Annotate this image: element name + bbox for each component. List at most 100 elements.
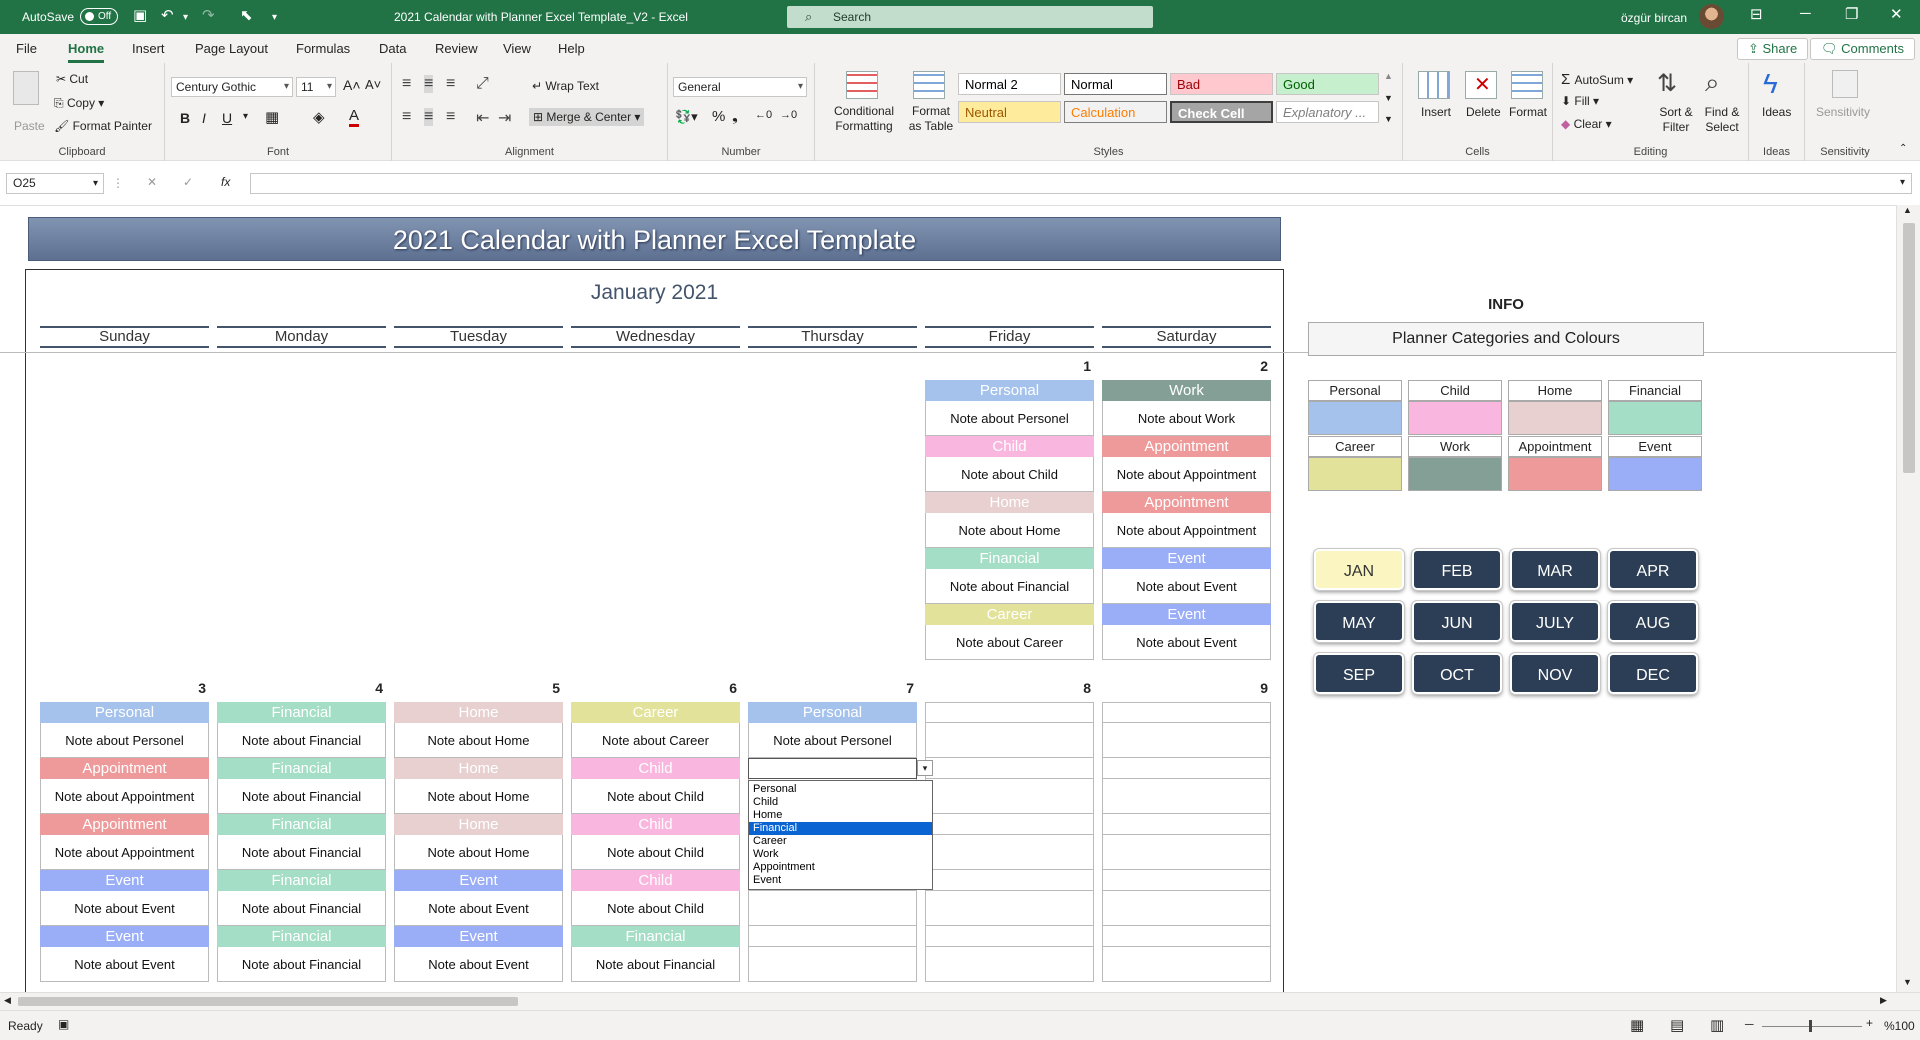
- empty-note-cell[interactable]: [748, 947, 917, 982]
- empty-category-cell[interactable]: [925, 702, 1094, 723]
- category-cell[interactable]: Home: [394, 702, 563, 723]
- category-cell[interactable]: Personal: [40, 702, 209, 723]
- empty-category-cell[interactable]: [925, 870, 1094, 891]
- category-cell[interactable]: Financial: [925, 548, 1094, 569]
- note-cell[interactable]: Note about Financial: [571, 947, 740, 982]
- name-box[interactable]: O25: [6, 173, 104, 194]
- increase-indent-icon[interactable]: ⇥: [498, 108, 511, 128]
- note-cell[interactable]: Note about Appointment: [1102, 457, 1271, 492]
- category-cell[interactable]: Financial: [217, 870, 386, 891]
- scroll-left-icon[interactable]: ◀: [4, 995, 11, 1006]
- note-cell[interactable]: Note about Event: [1102, 569, 1271, 604]
- page-layout-view-icon[interactable]: ▤: [1670, 1016, 1684, 1034]
- empty-category-cell[interactable]: [925, 926, 1094, 947]
- empty-note-cell[interactable]: [1102, 947, 1271, 982]
- month-button-oct[interactable]: OCT: [1411, 652, 1503, 695]
- month-button-jan[interactable]: JAN: [1313, 548, 1405, 591]
- category-cell[interactable]: Event: [1102, 604, 1271, 625]
- month-button-feb[interactable]: FEB: [1411, 548, 1503, 591]
- number-format-select[interactable]: General: [673, 77, 807, 97]
- empty-note-cell[interactable]: [748, 891, 917, 926]
- category-cell[interactable]: Personal: [748, 702, 917, 723]
- tab-home[interactable]: Home: [68, 41, 105, 63]
- minimize-icon[interactable]: ─: [1800, 5, 1811, 22]
- note-cell[interactable]: Note about Home: [394, 779, 563, 814]
- category-cell[interactable]: Financial: [217, 758, 386, 779]
- note-cell[interactable]: Note about Career: [571, 723, 740, 758]
- category-cell[interactable]: Financial: [217, 814, 386, 835]
- note-cell[interactable]: Note about Personel: [40, 723, 209, 758]
- delete-cells-icon[interactable]: ✕: [1465, 71, 1497, 99]
- month-button-jun[interactable]: JUN: [1411, 600, 1503, 643]
- autosum-button[interactable]: Σ AutoSum ▾: [1561, 71, 1633, 88]
- merge-center-button[interactable]: ⊞ Merge & Center ▾: [529, 108, 645, 126]
- find-select-icon[interactable]: ⌕: [1705, 67, 1720, 99]
- fill-button[interactable]: ⬇ Fill ▾: [1561, 94, 1599, 108]
- dropdown-option[interactable]: Financial: [749, 822, 932, 835]
- empty-note-cell[interactable]: [925, 835, 1094, 870]
- delete-cells-button[interactable]: Delete: [1466, 105, 1501, 119]
- cut-button[interactable]: ✂ Cut: [56, 72, 88, 86]
- style-bad[interactable]: Bad: [1170, 73, 1273, 95]
- underline-icon[interactable]: U: [222, 110, 232, 126]
- align-bottom-icon[interactable]: ≡: [446, 75, 455, 93]
- decrease-decimal-icon[interactable]: →0: [780, 109, 797, 121]
- clear-button[interactable]: ◆ Clear ▾: [1561, 117, 1612, 131]
- sort-filter-button[interactable]: Sort & Filter: [1655, 105, 1697, 135]
- zoom-in-icon[interactable]: +: [1866, 1016, 1873, 1030]
- tab-view[interactable]: View: [503, 41, 531, 56]
- empty-note-cell[interactable]: [925, 891, 1094, 926]
- align-right-icon[interactable]: ≡: [446, 108, 455, 126]
- category-cell[interactable]: Financial: [217, 926, 386, 947]
- normal-view-icon[interactable]: ▦: [1630, 1016, 1644, 1034]
- tab-formulas[interactable]: Formulas: [296, 41, 350, 56]
- dropdown-option[interactable]: Career: [749, 835, 932, 848]
- category-cell[interactable]: Career: [925, 604, 1094, 625]
- find-select-button[interactable]: Find & Select: [1701, 105, 1743, 135]
- align-left-icon[interactable]: ≡: [402, 108, 411, 126]
- category-cell[interactable]: Child: [571, 870, 740, 891]
- category-cell[interactable]: Work: [1102, 380, 1271, 401]
- empty-category-cell[interactable]: [1102, 702, 1271, 723]
- zoom-slider-thumb[interactable]: [1809, 1020, 1812, 1032]
- empty-category-cell[interactable]: [925, 814, 1094, 835]
- dropdown-option[interactable]: Personal: [749, 783, 932, 796]
- note-cell[interactable]: Note about Financial: [925, 569, 1094, 604]
- horizontal-scroll-thumb[interactable]: [18, 997, 518, 1006]
- bold-icon[interactable]: B: [180, 110, 190, 126]
- note-cell[interactable]: Note about Event: [394, 891, 563, 926]
- font-color-icon[interactable]: A: [349, 107, 360, 127]
- note-cell[interactable]: Note about Child: [571, 779, 740, 814]
- autosave-toggle[interactable]: Off: [80, 8, 118, 25]
- zoom-out-icon[interactable]: ─: [1745, 1017, 1754, 1031]
- note-cell[interactable]: Note about Appointment: [40, 835, 209, 870]
- zoom-slider[interactable]: [1762, 1026, 1862, 1027]
- category-cell[interactable]: Event: [40, 870, 209, 891]
- note-cell[interactable]: Note about Home: [925, 513, 1094, 548]
- ideas-button[interactable]: Ideas: [1762, 105, 1791, 119]
- empty-category-cell[interactable]: [748, 926, 917, 947]
- dropdown-option[interactable]: Work: [749, 848, 932, 861]
- insert-cells-button[interactable]: Insert: [1421, 105, 1451, 119]
- dropdown-option[interactable]: Appointment: [749, 861, 932, 874]
- empty-category-cell[interactable]: [1102, 926, 1271, 947]
- vertical-scrollbar[interactable]: ▲ ▼: [1896, 205, 1920, 992]
- category-cell[interactable]: Appointment: [40, 814, 209, 835]
- category-cell[interactable]: Home: [925, 492, 1094, 513]
- font-size-select[interactable]: 11: [296, 77, 336, 97]
- category-cell[interactable]: Appointment: [1102, 436, 1271, 457]
- category-cell[interactable]: Child: [571, 758, 740, 779]
- styles-scroll-up-icon[interactable]: ▲: [1384, 71, 1393, 81]
- category-dropdown-cell[interactable]: [748, 758, 917, 779]
- category-cell[interactable]: Event: [40, 926, 209, 947]
- scroll-right-icon[interactable]: ▶: [1880, 995, 1887, 1006]
- percent-icon[interactable]: %: [712, 108, 725, 125]
- ideas-icon[interactable]: ϟ: [1763, 68, 1778, 100]
- category-cell[interactable]: Event: [394, 870, 563, 891]
- month-button-sep[interactable]: SEP: [1313, 652, 1405, 695]
- scroll-up-icon[interactable]: ▲: [1903, 205, 1912, 215]
- tab-page-layout[interactable]: Page Layout: [195, 41, 268, 56]
- zoom-level[interactable]: %100: [1884, 1019, 1915, 1033]
- style-normal[interactable]: Normal: [1064, 73, 1167, 95]
- tab-help[interactable]: Help: [558, 41, 585, 56]
